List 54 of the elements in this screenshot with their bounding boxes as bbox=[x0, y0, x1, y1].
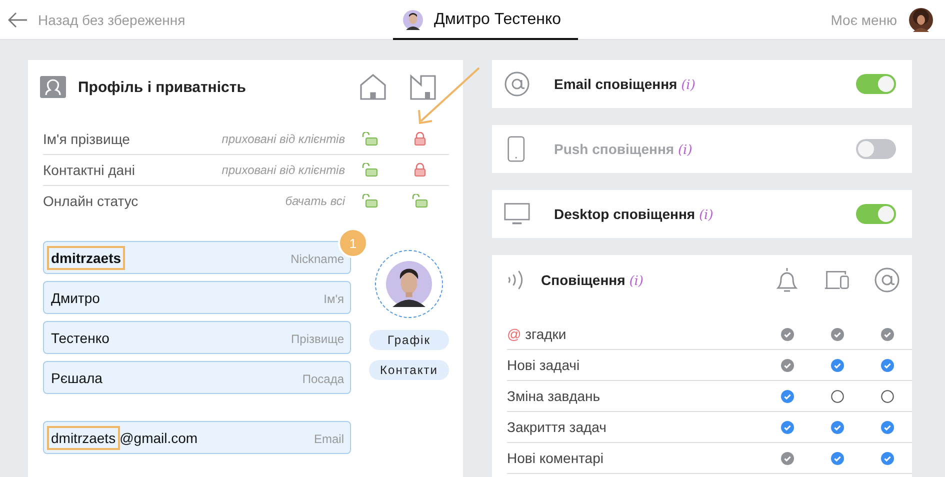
panel-title: Профіль і приватність bbox=[78, 78, 246, 96]
input-field[interactable]: Тестенко Прізвище bbox=[43, 321, 351, 354]
number-badge: 1 bbox=[338, 228, 368, 258]
checkbox[interactable] bbox=[830, 452, 844, 464]
checkbox[interactable] bbox=[830, 358, 844, 372]
checkbox[interactable] bbox=[780, 390, 794, 402]
privacy-hint: приховані від клієнтів bbox=[220, 132, 345, 146]
pill-button[interactable]: Графік bbox=[369, 330, 449, 350]
toggle-switch[interactable] bbox=[856, 74, 896, 94]
locked-padlock-icon[interactable] bbox=[412, 163, 428, 177]
input-field[interactable]: Рєшала Посада bbox=[43, 361, 351, 394]
channel-label: Email сповіщення (i) bbox=[554, 76, 696, 92]
notification-label: Нові задачі bbox=[507, 357, 581, 373]
checkbox[interactable] bbox=[780, 420, 794, 434]
input-field[interactable]: dmitrzaets @gmail.com Email bbox=[43, 421, 351, 454]
user-tab[interactable]: Дмитро Тестенко bbox=[393, 1, 578, 40]
building-icon bbox=[409, 74, 437, 100]
channel-label: Push сповіщення (i) bbox=[554, 140, 692, 158]
bell-icon bbox=[774, 267, 800, 293]
checkbox[interactable] bbox=[880, 452, 894, 464]
toggle-switch[interactable] bbox=[856, 139, 896, 159]
panel-title: Сповіщення (i) bbox=[541, 272, 644, 288]
pill-button[interactable]: Контакти bbox=[369, 360, 449, 380]
checkbox[interactable] bbox=[880, 420, 894, 434]
privacy-hint: приховані від клієнтів bbox=[220, 163, 345, 177]
privacy-label: Ім'я прізвище bbox=[43, 131, 131, 147]
unlocked-padlock-icon[interactable] bbox=[362, 194, 378, 208]
privacy-hint: бачать всі bbox=[284, 194, 345, 208]
input-field[interactable]: dmitrzaets Nickname bbox=[43, 241, 351, 274]
sound-waves-icon bbox=[507, 268, 525, 292]
privacy-label: Контактні дані bbox=[43, 162, 136, 178]
avatar-ring[interactable] bbox=[375, 250, 443, 318]
unlocked-padlock-icon[interactable] bbox=[362, 163, 378, 177]
privacy-label: Онлайн статус bbox=[43, 193, 140, 209]
notification-label: Зміна завдань bbox=[507, 388, 602, 404]
house-icon bbox=[359, 74, 387, 100]
checkbox[interactable] bbox=[880, 358, 894, 372]
unlocked-padlock-icon[interactable] bbox=[412, 194, 428, 208]
monitor-icon bbox=[504, 201, 530, 227]
back-arrow-icon[interactable] bbox=[8, 12, 28, 28]
checkbox[interactable] bbox=[880, 390, 894, 402]
unlocked-padlock-icon[interactable] bbox=[362, 132, 378, 146]
notification-label: @ згадки bbox=[507, 326, 568, 342]
person-icon bbox=[40, 76, 66, 98]
at-sign-icon bbox=[874, 267, 900, 293]
input-field[interactable]: Дмитро Ім'я bbox=[43, 281, 351, 314]
notification-label: Закриття задач bbox=[507, 419, 608, 435]
notification-label: Нові коментарі bbox=[507, 450, 604, 466]
checkbox[interactable] bbox=[830, 420, 844, 434]
at-sign-icon bbox=[504, 71, 530, 97]
locked-padlock-icon[interactable] bbox=[412, 132, 428, 146]
checkbox[interactable] bbox=[830, 390, 844, 402]
channel-label: Desktop сповіщення (i) bbox=[554, 206, 714, 222]
toggle-switch[interactable] bbox=[856, 204, 896, 224]
